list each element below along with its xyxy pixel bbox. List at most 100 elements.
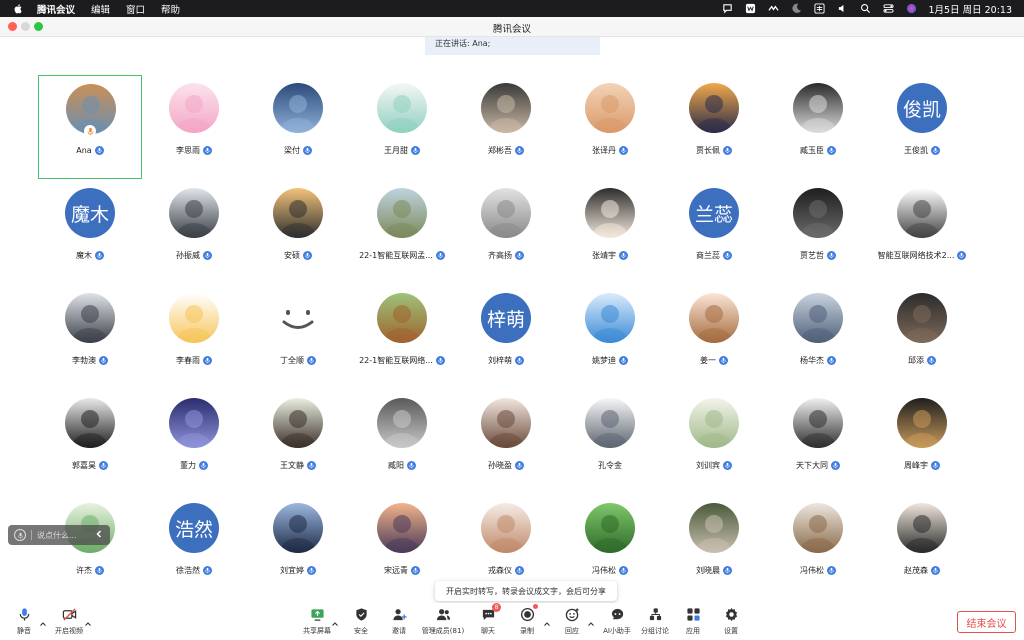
participant-name-row: 郭嘉昊 xyxy=(38,460,142,471)
participant-tile[interactable]: Ana xyxy=(38,75,142,179)
participant-tile[interactable]: 魔木 魔木 xyxy=(38,180,142,284)
participant-name-row: 姚梦迪 xyxy=(558,355,662,366)
participant-tile[interactable]: 李思雨 xyxy=(142,75,246,179)
participant-tile[interactable]: 臧玉臣 xyxy=(766,75,870,179)
participant-tile[interactable]: 安硕 xyxy=(246,180,350,284)
participant-tile[interactable]: 赵茂森 xyxy=(870,495,974,599)
input-method-icon[interactable] xyxy=(813,3,825,15)
participant-tile[interactable]: 王文静 xyxy=(246,390,350,494)
participant-avatar xyxy=(689,83,739,133)
participant-tile[interactable]: 李春雨 xyxy=(142,285,246,389)
participant-name: 丁全顺 xyxy=(280,356,304,365)
participant-tile[interactable]: 梓萌 刘梓萌 xyxy=(454,285,558,389)
participant-tile[interactable]: 22-1智能互联网孟... xyxy=(350,180,454,284)
participant-tile[interactable]: 周峰宇 xyxy=(870,390,974,494)
participant-tile[interactable]: 智能互联网络技术2... xyxy=(870,180,974,284)
participant-tile[interactable]: 冯伟松 xyxy=(766,495,870,599)
menu-app-name[interactable]: 腾讯会议 xyxy=(37,2,75,16)
volume-icon[interactable] xyxy=(836,3,848,15)
apple-icon[interactable] xyxy=(13,3,27,14)
participant-tile[interactable]: 刘宜婷 xyxy=(246,495,350,599)
participant-avatar xyxy=(689,398,739,448)
menu-help[interactable]: 帮助 xyxy=(161,2,180,16)
add-person-icon xyxy=(391,606,407,622)
record-options-chevron-icon[interactable] xyxy=(543,613,551,626)
participant-tile[interactable]: 张靖宇 xyxy=(558,180,662,284)
record-button[interactable]: 录制 xyxy=(507,604,547,636)
participant-tile[interactable]: 贾艺哲 xyxy=(766,180,870,284)
ai-assistant-button[interactable]: AI小助手 xyxy=(597,606,637,636)
participant-tile[interactable]: 俊凯 王俊凯 xyxy=(870,75,974,179)
voice-input-placeholder[interactable]: 说点什么... xyxy=(37,530,77,541)
chat-bubble-icon[interactable] xyxy=(721,3,733,15)
video-options-chevron-icon[interactable] xyxy=(84,613,92,626)
siri-icon[interactable] xyxy=(905,3,917,15)
mic-status-icon xyxy=(203,146,212,155)
participant-tile[interactable]: 董力 xyxy=(142,390,246,494)
search-icon[interactable] xyxy=(859,3,871,15)
participant-name-row: 臧阳 xyxy=(350,460,454,471)
participant-tile[interactable]: 齐高扬 xyxy=(454,180,558,284)
participant-tile[interactable]: 22-1智能互联网络... xyxy=(350,285,454,389)
participant-tile[interactable]: 邱添 xyxy=(870,285,974,389)
participant-tile[interactable]: 兰蕊 商兰蕊 xyxy=(662,180,766,284)
voice-input-widget[interactable]: 说点什么... xyxy=(8,525,110,545)
participant-tile[interactable]: 李勃澳 xyxy=(38,285,142,389)
participant-tile[interactable]: 孙振威 xyxy=(142,180,246,284)
mic-status-icon xyxy=(619,356,628,365)
share-options-chevron-icon[interactable] xyxy=(331,613,339,626)
participant-name: 刘宜婷 xyxy=(280,566,304,575)
start-video-button[interactable]: 开启视频 xyxy=(49,606,89,636)
participant-tile[interactable]: 郭嘉昊 xyxy=(38,390,142,494)
participant-tile[interactable]: 丁全顺 xyxy=(246,285,350,389)
menu-bar-clock[interactable]: 1月5日 周日 20:13 xyxy=(928,2,1012,16)
microphone-icon[interactable] xyxy=(14,529,26,541)
participant-name: 22-1智能互联网络... xyxy=(359,356,433,365)
wave-app-icon[interactable] xyxy=(767,3,779,15)
mic-status-icon xyxy=(407,461,416,470)
participant-tile[interactable]: 孙晓盈 xyxy=(454,390,558,494)
participant-tile[interactable]: 姚梦迪 xyxy=(558,285,662,389)
participant-name-row: Ana xyxy=(39,146,141,155)
participant-tile[interactable]: 张译丹 xyxy=(558,75,662,179)
participant-tile[interactable]: 郑彬吾 xyxy=(454,75,558,179)
w-app-icon[interactable] xyxy=(744,3,756,15)
participant-name: 冯伟松 xyxy=(800,566,824,575)
participant-tile[interactable]: 刘晓晨 xyxy=(662,495,766,599)
mute-options-chevron-icon[interactable] xyxy=(39,613,47,626)
participant-tile[interactable]: 贾长佩 xyxy=(662,75,766,179)
participant-tile[interactable]: 姜一 xyxy=(662,285,766,389)
react-options-chevron-icon[interactable] xyxy=(587,613,595,626)
participant-avatar xyxy=(377,83,427,133)
react-button[interactable]: 回应 xyxy=(552,606,592,636)
mute-button[interactable]: 静音 xyxy=(4,606,44,636)
invite-button[interactable]: 邀请 xyxy=(379,606,419,636)
moon-icon[interactable] xyxy=(790,3,802,15)
participant-tile[interactable]: 许杰 xyxy=(38,495,142,599)
participant-tile[interactable]: 刘训宾 xyxy=(662,390,766,494)
participant-name-row: 王俊凯 xyxy=(870,145,974,156)
participant-tile[interactable]: 孔令金 xyxy=(558,390,662,494)
chevron-left-icon[interactable] xyxy=(94,529,104,541)
react-label: 回应 xyxy=(565,627,579,635)
participant-tile[interactable]: 梁付 xyxy=(246,75,350,179)
participant-tile[interactable]: 浩然 徐浩然 xyxy=(142,495,246,599)
participant-avatar xyxy=(897,398,947,448)
participant-avatar xyxy=(377,293,427,343)
breakout-rooms-button[interactable]: 分组讨论 xyxy=(635,606,675,636)
transcription-tip[interactable]: 开启实时转写，转录会议成文字，会后可分享 xyxy=(435,581,617,601)
mic-status-icon xyxy=(719,356,728,365)
menu-window[interactable]: 窗口 xyxy=(126,2,145,16)
participant-tile[interactable]: 杨华杰 xyxy=(766,285,870,389)
participant-tile[interactable]: 王月甜 xyxy=(350,75,454,179)
security-button[interactable]: 安全 xyxy=(341,606,381,636)
chat-button[interactable]: 8 聊天 xyxy=(468,603,508,636)
settings-button[interactable]: 设置 xyxy=(711,606,751,636)
control-center-icon[interactable] xyxy=(882,3,894,15)
menu-edit[interactable]: 编辑 xyxy=(91,2,110,16)
end-meeting-button[interactable]: 结束会议 xyxy=(957,611,1016,633)
participant-tile[interactable]: 臧阳 xyxy=(350,390,454,494)
manage-members-button[interactable]: 管理成员(81) xyxy=(422,606,464,636)
apps-button[interactable]: 应用 xyxy=(673,606,713,636)
participant-tile[interactable]: 天下大同 xyxy=(766,390,870,494)
